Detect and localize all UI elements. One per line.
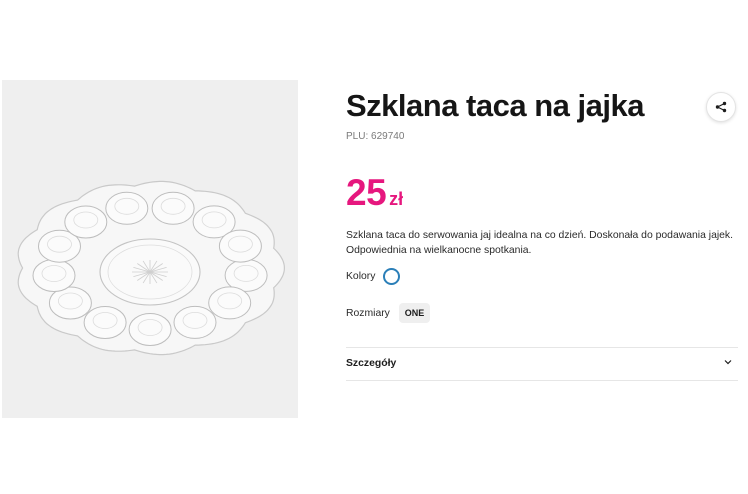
price-currency: zł [389, 189, 404, 209]
egg-tray-image [17, 180, 286, 356]
details-label: Szczegóły [346, 358, 397, 369]
divider [346, 380, 738, 381]
divider [346, 347, 738, 348]
product-image[interactable] [2, 80, 298, 418]
product-plu: PLU: 629740 [346, 131, 405, 142]
share-icon [715, 101, 727, 113]
price-amount: 25 [346, 172, 387, 213]
sizes-label: Rozmiary [346, 308, 390, 319]
chevron-down-icon [724, 360, 732, 365]
color-swatch[interactable] [383, 268, 400, 285]
details-accordion[interactable]: Szczegóły [346, 350, 738, 378]
share-button[interactable] [706, 92, 736, 122]
size-option-one[interactable]: ONE [399, 303, 430, 323]
product-title: Szklana taca na jajka [346, 88, 644, 123]
product-price: 25 zł [346, 172, 403, 214]
product-description: Szklana taca do serwowania jaj idealna n… [346, 230, 734, 256]
colors-label: Kolory [346, 271, 376, 282]
